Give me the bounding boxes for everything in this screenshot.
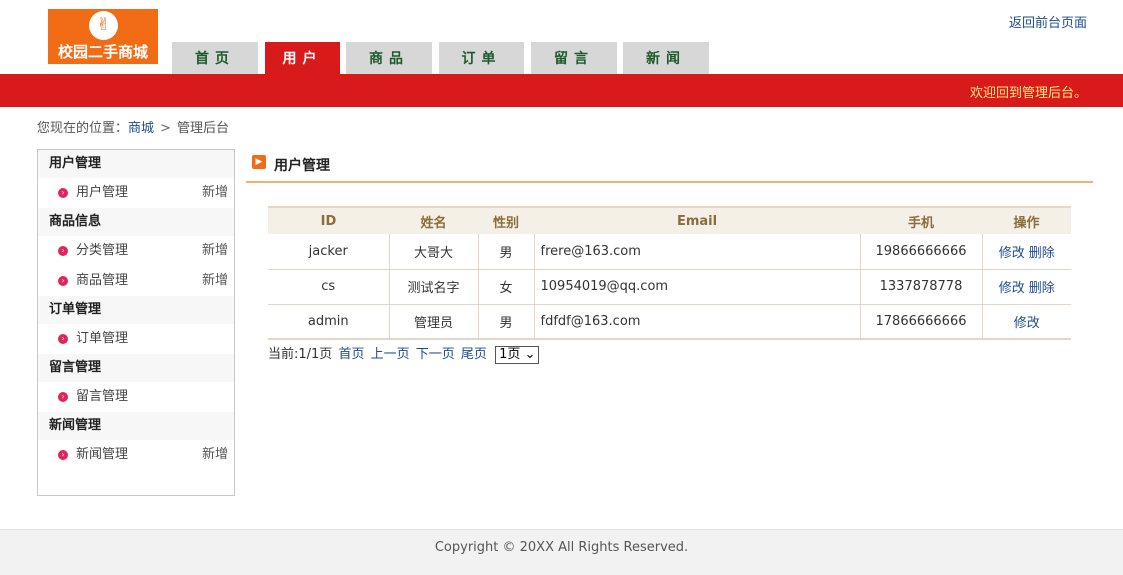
col-header-id: ID [268, 206, 389, 234]
sidebar-item-news-manage[interactable]: › 新闻管理 新增 [38, 440, 234, 470]
logo-hand-icon: ✌ [89, 11, 118, 40]
copyright-text: Copyright © 20XX All Rights Reserved. [434, 540, 689, 555]
top-banner: 欢迎回到管理后台。 [0, 74, 1123, 107]
sidebar-group-messages: 留言管理 [38, 354, 234, 382]
sidebar-group-goods: 商品信息 [38, 208, 234, 236]
welcome-text: 欢迎回到管理后台。 [969, 86, 1087, 101]
cell-email: frere@163.com [533, 234, 860, 270]
pagination: 当前:1/1页 首页 上一页 下一页 尾页 1页 ⌄ [268, 343, 540, 364]
sidebar-item-order-manage[interactable]: › 订单管理 [38, 324, 234, 354]
tab-home[interactable]: 首页 [172, 42, 258, 74]
cell-name: 测试名字 [388, 269, 478, 305]
edit-link[interactable]: 修改 [999, 246, 1025, 261]
arrow-bullet-icon: › [58, 334, 68, 344]
sidebar: 用户管理 › 用户管理 新增 商品信息 › 分类管理 新增 › 商品管理 新增 … [37, 149, 235, 496]
sidebar-item-label: 商品管理 [76, 273, 129, 288]
col-header-phone: 手机 [860, 206, 982, 234]
cell-ops: 修改 删除 [981, 269, 1071, 305]
last-page-link[interactable]: 尾页 [461, 347, 487, 362]
arrow-bullet-icon: › [58, 188, 68, 198]
tab-news[interactable]: 新闻 [623, 42, 709, 74]
cell-ops: 修改 删除 [981, 234, 1071, 270]
cell-name: 管理员 [388, 304, 478, 340]
sidebar-item-label: 留言管理 [76, 389, 129, 404]
sidebar-add-news-link[interactable]: 新增 [202, 440, 228, 470]
sidebar-item-goods-manage[interactable]: › 商品管理 新增 [38, 266, 234, 296]
breadcrumb-separator: > [160, 121, 171, 136]
cell-ops: 修改 [981, 304, 1071, 340]
table-header-row: ID 姓名 性别 Email 手机 操作 [268, 206, 1071, 234]
sidebar-item-label: 分类管理 [76, 243, 129, 258]
sidebar-add-goods-link[interactable]: 新增 [202, 266, 228, 296]
breadcrumb-current: 管理后台 [176, 121, 229, 136]
cell-gender: 女 [477, 269, 534, 305]
col-header-ops: 操作 [982, 206, 1071, 234]
cell-email: 10954019@qq.com [533, 269, 860, 305]
section-arrow-icon: ▶ [252, 155, 266, 169]
cell-name: 大哥大 [388, 234, 478, 270]
cell-id: jacker [268, 234, 389, 270]
cell-phone: 17866666666 [859, 304, 982, 340]
sidebar-add-category-link[interactable]: 新增 [202, 236, 228, 266]
sidebar-item-label: 订单管理 [76, 331, 129, 346]
tab-orders[interactable]: 订单 [439, 42, 524, 74]
table-row: cs 测试名字 女 10954019@qq.com 1337878778 修改删… [268, 269, 1071, 305]
page-select[interactable]: 1页 ⌄ [495, 345, 540, 364]
cell-gender: 男 [477, 304, 534, 340]
sidebar-item-category-manage[interactable]: › 分类管理 新增 [38, 236, 234, 266]
tab-goods[interactable]: 商品 [346, 42, 432, 74]
logo-text: 校园二手商城 [57, 43, 148, 61]
prev-page-link[interactable]: 上一页 [371, 347, 410, 362]
sidebar-group-news: 新闻管理 [38, 412, 234, 440]
user-table: ID 姓名 性别 Email 手机 操作 jacker 大哥大 男 frere@… [268, 206, 1071, 340]
edit-link[interactable]: 修改 [999, 281, 1025, 296]
sidebar-add-user-link[interactable]: 新增 [202, 178, 228, 208]
title-divider [246, 181, 1093, 183]
delete-link[interactable]: 删除 [1029, 281, 1055, 296]
arrow-bullet-icon: › [58, 246, 68, 256]
cell-phone: 19866666666 [859, 234, 982, 270]
tab-users[interactable]: 用户 [265, 42, 340, 74]
arrow-bullet-icon: › [58, 276, 68, 286]
sidebar-item-label: 新闻管理 [76, 447, 129, 462]
table-row: admin 管理员 男 fdfdf@163.com 17866666666 修改 [268, 304, 1071, 340]
col-header-gender: 性别 [478, 206, 534, 234]
breadcrumb: 您现在的位置：商城 > 管理后台 [37, 117, 229, 136]
cell-id: cs [268, 269, 389, 305]
next-page-link[interactable]: 下一页 [416, 347, 455, 362]
cell-phone: 1337878778 [859, 269, 982, 305]
arrow-bullet-icon: › [58, 392, 68, 402]
cell-id: admin [268, 304, 389, 340]
edit-link[interactable]: 修改 [1014, 316, 1040, 331]
sidebar-item-label: 用户管理 [76, 185, 129, 200]
col-header-name: 姓名 [389, 206, 478, 234]
page-status: 当前:1/1页 [268, 347, 333, 362]
delete-link[interactable]: 删除 [1029, 246, 1055, 261]
footer: Copyright © 20XX All Rights Reserved. [0, 529, 1123, 575]
col-header-email: Email [534, 206, 860, 234]
back-to-frontend-link[interactable]: 返回前台页面 [1009, 12, 1087, 31]
sidebar-group-orders: 订单管理 [38, 296, 234, 324]
cell-gender: 男 [477, 234, 534, 270]
breadcrumb-home-link[interactable]: 商城 [128, 121, 154, 136]
breadcrumb-prefix: 您现在的位置： [37, 121, 129, 136]
site-logo[interactable]: ✌ 校园二手商城 [48, 9, 158, 64]
arrow-bullet-icon: › [58, 450, 68, 460]
tab-messages[interactable]: 留言 [531, 42, 617, 74]
table-row: jacker 大哥大 男 frere@163.com 19866666666 修… [268, 234, 1071, 270]
sidebar-group-users: 用户管理 [38, 150, 234, 178]
sidebar-item-user-manage[interactable]: › 用户管理 新增 [38, 178, 234, 208]
sidebar-item-message-manage[interactable]: › 留言管理 [38, 382, 234, 412]
cell-email: fdfdf@163.com [533, 304, 860, 340]
first-page-link[interactable]: 首页 [338, 347, 364, 362]
